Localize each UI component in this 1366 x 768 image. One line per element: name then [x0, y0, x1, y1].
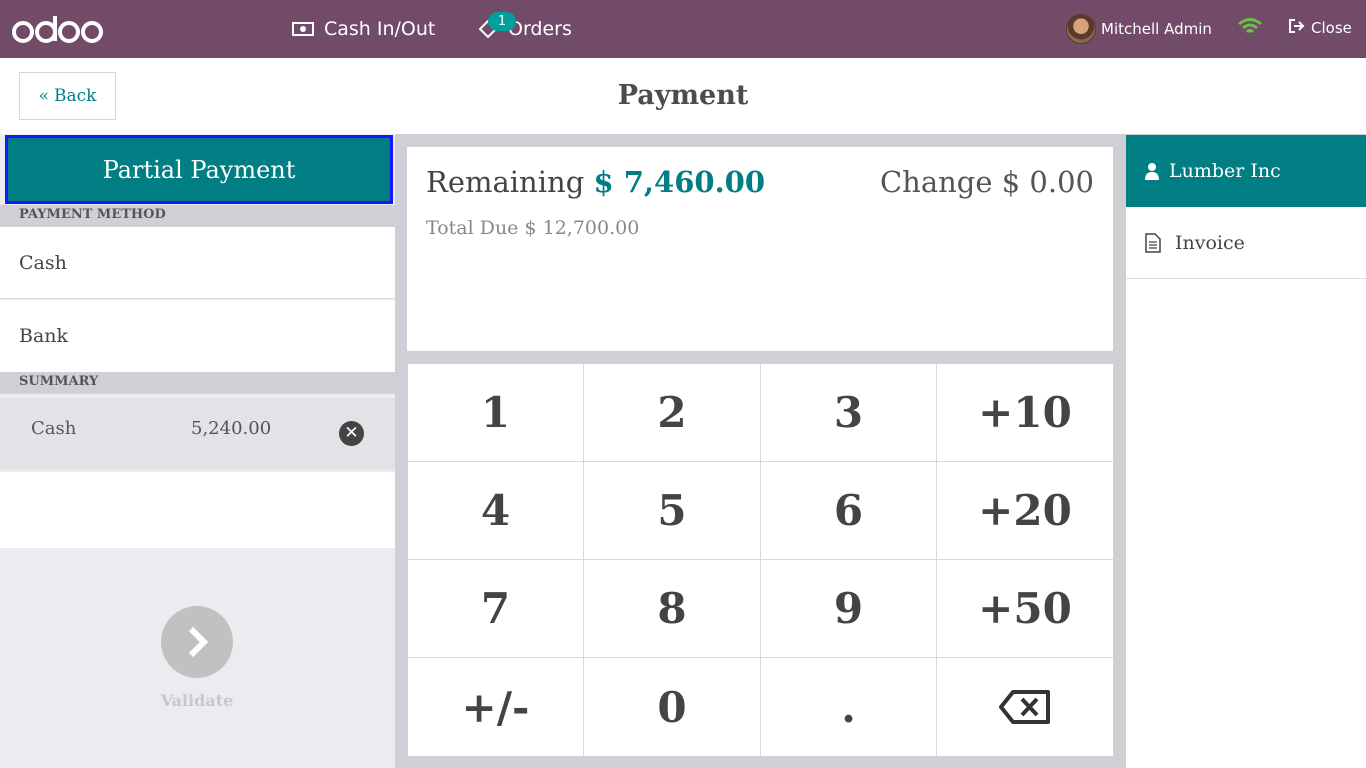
- backspace-icon: [999, 690, 1050, 724]
- numpad-key-9[interactable]: 9: [761, 560, 937, 658]
- remaining-amount: $ 7,460.00: [593, 165, 766, 199]
- right-panel: Lumber Inc Invoice: [1126, 135, 1366, 768]
- partial-payment-button[interactable]: Partial Payment: [5, 135, 393, 204]
- numpad-key-4[interactable]: 4: [408, 462, 584, 560]
- payment-line-method: Cash: [31, 418, 77, 439]
- payment-line[interactable]: Cash 5,240.00 ✕: [0, 398, 395, 470]
- numpad-key-5[interactable]: 5: [584, 462, 761, 560]
- sign-out-icon: [1288, 18, 1306, 38]
- numpad: 1 2 3 +10 4 5 6 +20 7 8 9 +50 +/- 0 .: [408, 364, 1113, 756]
- numpad-key-3[interactable]: 3: [761, 364, 937, 462]
- change-display: Change $ 0.00: [880, 165, 1094, 199]
- numpad-key-7[interactable]: 7: [408, 560, 584, 658]
- remaining-display: Remaining $ 7,460.00: [426, 165, 765, 199]
- customer-name: Lumber Inc: [1169, 160, 1281, 182]
- numpad-key-plus-50[interactable]: +50: [937, 560, 1113, 658]
- numpad-key-1[interactable]: 1: [408, 364, 584, 462]
- numpad-key-plus-20[interactable]: +20: [937, 462, 1113, 560]
- payment-method-heading: PAYMENT METHOD: [0, 205, 395, 227]
- payment-status-panel: Remaining $ 7,460.00 Change $ 0.00 Total…: [407, 147, 1113, 351]
- numpad-key-2[interactable]: 2: [584, 364, 761, 462]
- validate-label: Validate: [160, 691, 234, 710]
- payment-method-bank[interactable]: Bank: [0, 300, 395, 372]
- back-button[interactable]: « Back: [19, 72, 116, 120]
- invoice-toggle-button[interactable]: Invoice: [1126, 207, 1366, 279]
- numpad-key-0[interactable]: 0: [584, 658, 761, 756]
- change-amount: $ 0.00: [1001, 165, 1094, 199]
- close-label: Close: [1311, 19, 1352, 37]
- invoice-label: Invoice: [1175, 231, 1245, 254]
- avatar: [1066, 14, 1096, 44]
- user-icon: [1145, 162, 1159, 180]
- money-icon: [292, 21, 314, 37]
- orders-label: Orders: [508, 18, 572, 40]
- numpad-key-decimal[interactable]: .: [761, 658, 937, 756]
- close-button[interactable]: Close: [1288, 18, 1352, 38]
- change-label: Change: [879, 165, 993, 199]
- wifi-icon: [1238, 18, 1262, 34]
- summary-heading: SUMMARY: [0, 372, 395, 394]
- orders-count-badge: 1: [488, 12, 516, 31]
- numpad-key-plus-minus[interactable]: +/-: [408, 658, 584, 756]
- left-panel: Partial Payment PAYMENT METHOD Cash Bank…: [0, 134, 395, 768]
- odoo-logo: odoo: [12, 16, 103, 43]
- page-title: Payment: [617, 80, 749, 111]
- user-name: Mitchell Admin: [1101, 20, 1212, 38]
- payment-line-amount: 5,240.00: [191, 418, 272, 439]
- numpad-key-8[interactable]: 8: [584, 560, 761, 658]
- orders-button[interactable]: 1 Orders: [478, 0, 572, 58]
- summary-empty-area: [0, 472, 395, 548]
- payment-method-cash[interactable]: Cash: [0, 227, 395, 299]
- user-menu[interactable]: Mitchell Admin: [1066, 13, 1212, 45]
- validate-button[interactable]: Validate: [159, 606, 235, 710]
- total-due-label: Total Due: [426, 217, 519, 239]
- double-chevron-left-icon: «: [38, 86, 49, 106]
- remaining-label: Remaining: [426, 165, 585, 199]
- cash-in-out-button[interactable]: Cash In/Out: [292, 0, 435, 58]
- customer-button[interactable]: Lumber Inc: [1126, 135, 1366, 207]
- top-navbar: odoo Cash In/Out 1 Orders Mitchell Admin…: [0, 0, 1366, 58]
- chevron-right-icon: [161, 606, 233, 678]
- numpad-key-plus-10[interactable]: +10: [937, 364, 1113, 462]
- back-label: Back: [53, 86, 97, 106]
- file-text-icon: [1145, 232, 1161, 253]
- delete-payment-line-icon[interactable]: ✕: [339, 421, 364, 446]
- total-due-amount: $ 12,700.00: [524, 217, 640, 239]
- backspace-button[interactable]: [937, 658, 1113, 756]
- cash-in-out-label: Cash In/Out: [324, 18, 436, 40]
- total-due-display: Total Due $ 12,700.00: [426, 217, 639, 239]
- numpad-key-6[interactable]: 6: [761, 462, 937, 560]
